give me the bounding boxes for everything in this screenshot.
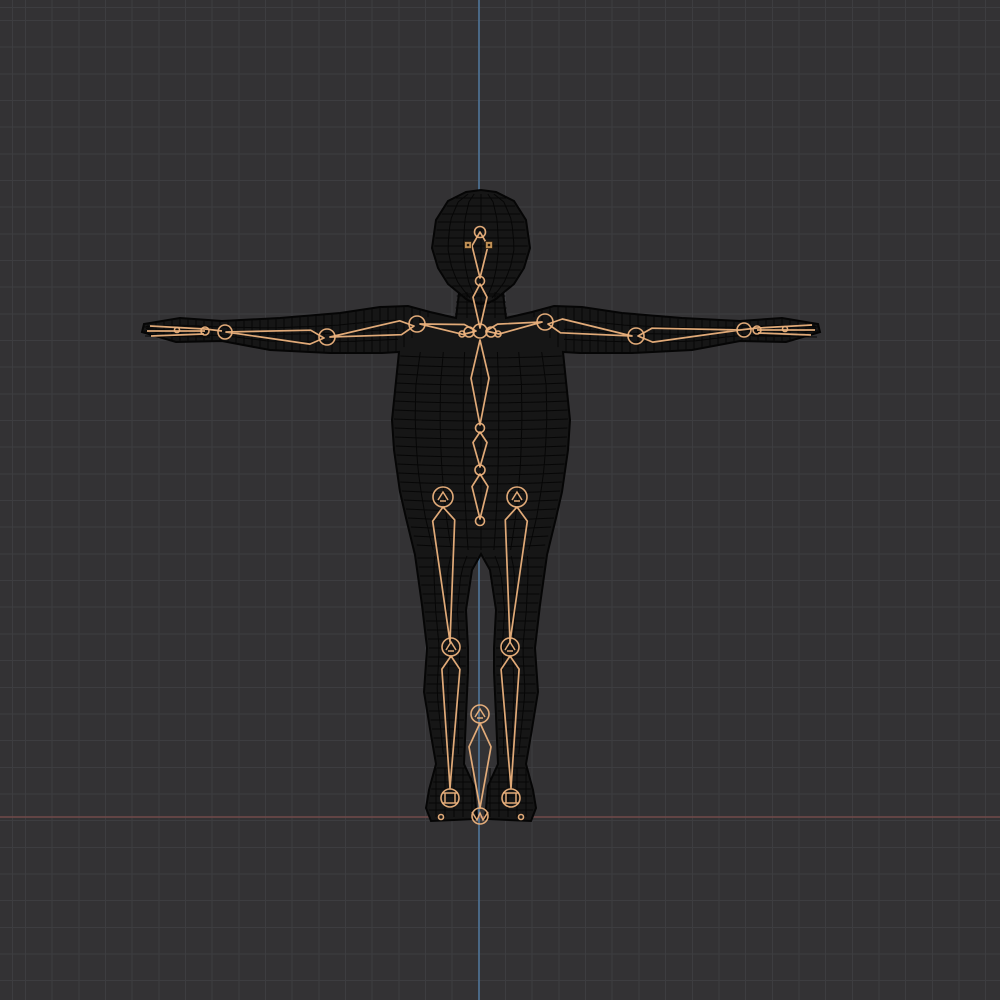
viewport-3d[interactable] <box>0 0 1000 1000</box>
scene-canvas <box>0 0 1000 1000</box>
